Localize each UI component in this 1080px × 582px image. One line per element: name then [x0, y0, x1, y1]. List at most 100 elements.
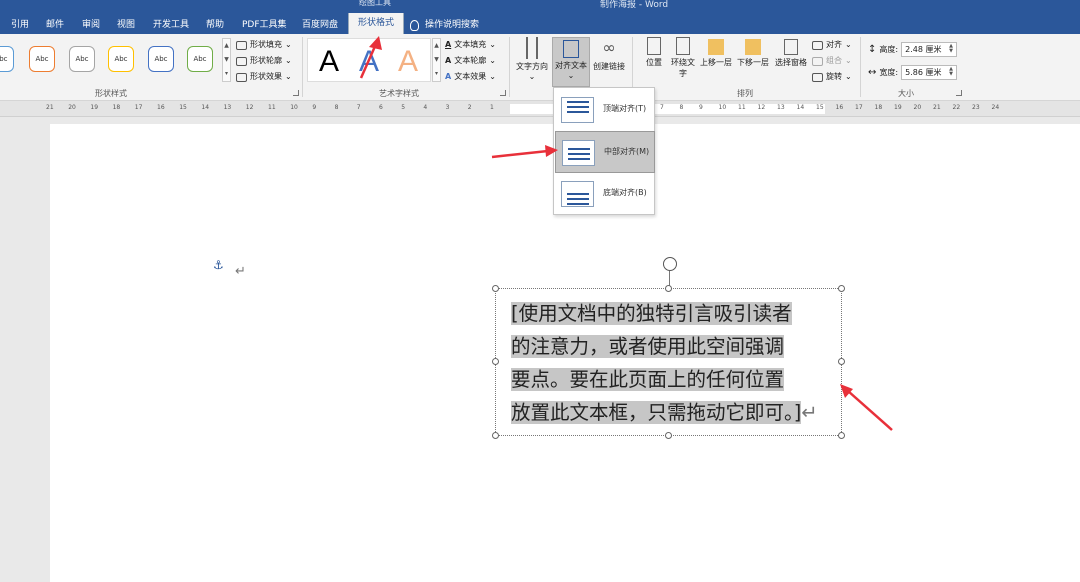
- shape-style-swatch[interactable]: Abc: [29, 46, 55, 72]
- ruler-tick-label: 17: [134, 104, 143, 111]
- tab-view[interactable]: 视图: [117, 17, 135, 34]
- tab-shape-format[interactable]: 形状格式: [348, 13, 405, 34]
- tell-me-search[interactable]: 操作说明搜索: [410, 17, 479, 34]
- horizontal-ruler[interactable]: 21 20 19 18 17 16 15 14 13 12 11 10 9 8 7 6 5 4 3 2 1 7 8 9 10 11…: [0, 101, 1080, 117]
- shape-style-swatch[interactable]: Abc: [187, 46, 213, 72]
- text-direction-label: 文字方向: [516, 62, 548, 71]
- ruler-tick-label: 20: [913, 104, 922, 111]
- align-top-option[interactable]: 顶端对齐(T): [555, 89, 655, 131]
- align-middle-label: 中部对齐(M): [604, 147, 650, 156]
- tab-developer[interactable]: 开发工具: [153, 17, 189, 34]
- width-input[interactable]: 5.86 厘米 ▲ ▼: [901, 64, 958, 80]
- text-effects-button[interactable]: A 文本效果 ⌄: [445, 70, 496, 84]
- selection-pane-label: 选择窗格: [775, 58, 807, 67]
- width-icon: ↔: [868, 66, 877, 78]
- height-spinner[interactable]: ▲ ▼: [947, 43, 955, 55]
- ruler-tick-label: 15: [816, 104, 824, 111]
- group-divider: [302, 37, 303, 97]
- text-box-line: [使用文档中的独特引言吸引读者: [511, 297, 831, 330]
- shape-effects-button[interactable]: 形状效果 ⌄: [236, 70, 292, 84]
- paint-bucket-icon: [236, 40, 247, 50]
- rotate-button[interactable]: 旋转 ⌄: [812, 70, 852, 84]
- align-middle-option[interactable]: 中部对齐(M): [555, 131, 655, 173]
- ruler-tick-label: 17: [855, 104, 863, 111]
- wordart-gallery-scroll[interactable]: ▲ ▼ ▾: [432, 38, 441, 82]
- tab-references[interactable]: 引用: [11, 17, 29, 34]
- align-text-icon: [563, 40, 579, 58]
- selected-text: 的注意力，或者使用此空间强调: [511, 335, 785, 358]
- ruler-tick-label: 21: [933, 104, 941, 111]
- ruler-tick-label: 9: [312, 104, 317, 111]
- group-button[interactable]: 组合 ⌄: [812, 54, 852, 68]
- align-bottom-option[interactable]: 底端对齐(B): [555, 173, 655, 215]
- align-text-button[interactable]: 对齐文本 ⌄: [552, 37, 590, 87]
- ruler-tick-label: 18: [874, 104, 883, 111]
- ruler-tick-label: 8: [334, 104, 339, 111]
- effects-icon: [236, 72, 247, 82]
- ruler-tick-label: 21: [46, 104, 54, 111]
- text-direction-button[interactable]: 文字方向 ⌄: [513, 37, 551, 87]
- shape-style-swatch[interactable]: Abc: [148, 46, 174, 72]
- group-divider: [860, 37, 861, 97]
- selection-pane-button[interactable]: 选择窗格: [772, 37, 810, 87]
- wordart-style-black[interactable]: A: [311, 44, 347, 80]
- tab-review[interactable]: 审阅: [82, 17, 100, 34]
- position-button[interactable]: 位置: [640, 37, 668, 87]
- send-backward-icon: [745, 39, 761, 55]
- shape-style-swatch[interactable]: Abc: [69, 46, 95, 72]
- ruler-tick-label: 15: [179, 104, 187, 111]
- selected-text: 放置此文本框，只需拖动它即可。]: [511, 401, 802, 424]
- shape-style-swatch[interactable]: Abc: [0, 46, 14, 72]
- tab-baidu-netdisk[interactable]: 百度网盘: [302, 17, 338, 34]
- resize-handle[interactable]: [838, 432, 845, 439]
- ruler-tick-label: 9: [699, 104, 703, 111]
- resize-handle[interactable]: [665, 285, 672, 292]
- text-effects-icon: A: [445, 72, 452, 81]
- gallery-scroll-buttons[interactable]: ▲ ▼ ▾: [222, 38, 231, 82]
- shape-fill-label: 形状填充: [250, 40, 282, 49]
- wordart-style-orange[interactable]: A: [390, 44, 426, 80]
- shape-style-swatch[interactable]: Abc: [108, 46, 134, 72]
- chain-link-icon: ∞: [602, 38, 616, 57]
- shape-fill-button[interactable]: 形状填充 ⌄: [236, 38, 292, 52]
- tab-mailings[interactable]: 邮件: [46, 17, 64, 34]
- ruler-tick-label: 18: [112, 104, 121, 111]
- selected-text: 要点。要在此页面上的任何位置: [511, 368, 785, 391]
- wrap-text-button[interactable]: 环绕文字: [669, 37, 697, 87]
- shape-outline-button[interactable]: 形状轮廓 ⌄: [236, 54, 292, 68]
- rotate-handle-icon[interactable]: [663, 257, 677, 271]
- position-label: 位置: [646, 58, 662, 67]
- resize-handle[interactable]: [838, 285, 845, 292]
- ruler-tick-label: 10: [718, 104, 727, 111]
- resize-handle[interactable]: [838, 358, 845, 365]
- resize-handle[interactable]: [492, 432, 499, 439]
- resize-handle[interactable]: [492, 285, 499, 292]
- title-bar: 绘图工具 制作海报 - Word 引用 邮件 审阅 视图 开发工具 帮助 PDF…: [0, 0, 1080, 34]
- send-backward-button[interactable]: 下移一层: [735, 37, 771, 87]
- width-spinner[interactable]: ▲ ▼: [947, 66, 955, 78]
- height-input[interactable]: 2.48 厘米 ▲ ▼: [901, 41, 958, 57]
- arrange-group-label: 排列: [737, 89, 753, 98]
- tab-pdf-tools[interactable]: PDF工具集: [242, 17, 287, 34]
- text-box[interactable]: [使用文档中的独特引言吸引读者的注意力，或者使用此空间强调 要点。要在此页面上的任…: [495, 288, 842, 436]
- resize-handle[interactable]: [665, 432, 672, 439]
- wordart-style-blue[interactable]: A: [351, 44, 387, 80]
- ruler-tick-label: 24: [991, 104, 1000, 111]
- align-icon: [812, 40, 823, 50]
- text-fill-button[interactable]: A 文本填充 ⌄: [445, 38, 496, 52]
- dialog-launcher-icon[interactable]: [500, 90, 506, 96]
- paragraph-mark: ↵: [235, 264, 246, 279]
- align-bottom-icon: [561, 181, 594, 207]
- text-box-content[interactable]: [使用文档中的独特引言吸引读者的注意力，或者使用此空间强调 要点。要在此页面上的任…: [511, 297, 831, 429]
- align-button[interactable]: 对齐 ⌄: [812, 38, 852, 52]
- dialog-launcher-icon[interactable]: [293, 90, 299, 96]
- shape-effects-label: 形状效果: [250, 72, 282, 81]
- dialog-launcher-icon[interactable]: [956, 90, 962, 96]
- text-outline-button[interactable]: A 文本轮廓 ⌄: [445, 54, 496, 68]
- resize-handle[interactable]: [492, 358, 499, 365]
- create-link-button[interactable]: ∞ 创建链接: [590, 37, 628, 87]
- tab-help[interactable]: 帮助: [206, 17, 224, 34]
- drawing-tools-context-label: 绘图工具: [359, 0, 391, 7]
- align-top-icon: [561, 97, 594, 123]
- bring-forward-button[interactable]: 上移一层: [698, 37, 734, 87]
